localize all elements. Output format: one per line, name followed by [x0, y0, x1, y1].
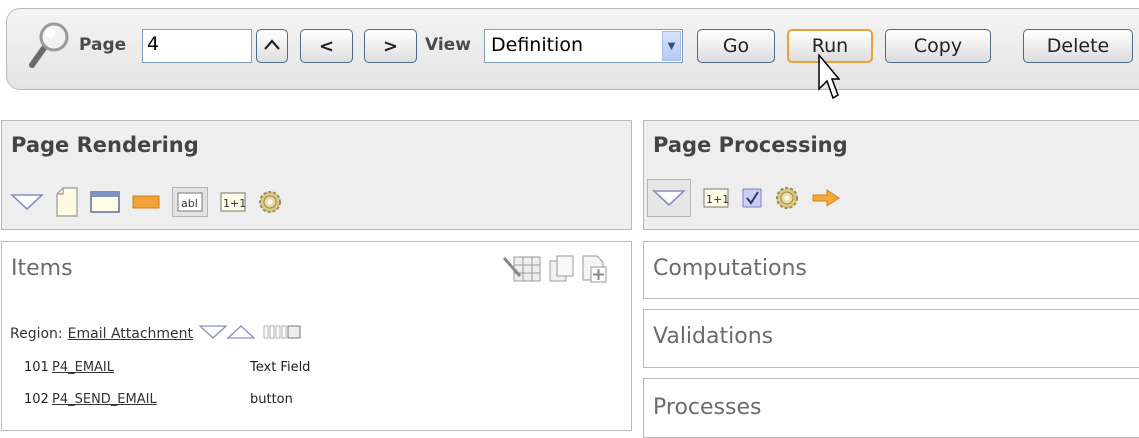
item-type: Text Field	[250, 360, 311, 375]
collapse-triangle-icon[interactable]	[10, 192, 44, 212]
mouse-cursor-icon	[818, 52, 841, 106]
region-label: Region:	[10, 326, 63, 342]
add-item-icon[interactable]	[580, 254, 608, 288]
branch-arrow-icon[interactable]	[811, 188, 841, 208]
item-type: button	[250, 392, 293, 407]
copy-items-icon[interactable]	[548, 254, 576, 288]
region-icon[interactable]	[90, 190, 120, 214]
table-row: 101 P4_EMAIL Text Field	[24, 360, 310, 375]
page-processing-title: Page Processing	[653, 133, 848, 157]
computation-icon[interactable]: 1+1	[703, 188, 729, 208]
chevron-right-icon: >	[382, 35, 399, 57]
computations-title: Computations	[653, 256, 807, 281]
view-select-value: Definition	[491, 34, 584, 56]
page-processing-panel: Page Processing 1+1	[643, 120, 1139, 230]
move-up-icon[interactable]	[226, 325, 256, 343]
item-name-link[interactable]: P4_EMAIL	[52, 360, 250, 375]
item-sequence: 101	[24, 360, 49, 375]
region-row: Region: Email Attachment	[10, 324, 303, 344]
svg-text:1+1: 1+1	[223, 197, 246, 210]
page-icon[interactable]	[56, 187, 78, 217]
button-item-icon[interactable]	[132, 194, 160, 210]
page-rendering-title: Page Rendering	[11, 133, 199, 157]
copy-button[interactable]: Copy	[885, 29, 991, 63]
gear-icon[interactable]	[775, 186, 799, 210]
search-icon	[27, 20, 73, 70]
next-page-button[interactable]: >	[364, 29, 417, 63]
validations-title: Validations	[653, 324, 774, 349]
view-select[interactable]: Definition ▼	[484, 29, 683, 63]
items-panel: Items Region: Email Attachment 101 P4_EM…	[1, 241, 632, 431]
page-number-input[interactable]: 4	[142, 29, 252, 63]
svg-text:abl: abl	[181, 197, 198, 210]
validation-icon[interactable]	[741, 187, 763, 209]
region-link[interactable]: Email Attachment	[68, 326, 193, 342]
validations-section: Validations	[643, 309, 1139, 368]
delete-button[interactable]: Delete	[1023, 29, 1133, 63]
gear-icon[interactable]	[258, 190, 282, 214]
item-name-link[interactable]: P4_SEND_EMAIL	[52, 392, 250, 407]
page-label: Page	[79, 35, 127, 55]
go-button[interactable]: Go	[697, 29, 775, 63]
chevron-down-icon[interactable]: ▼	[662, 31, 681, 61]
svg-text:1+1: 1+1	[706, 193, 729, 206]
computation-icon[interactable]: 1+1	[220, 192, 246, 212]
collapse-triangle-icon[interactable]	[647, 179, 691, 217]
processes-title: Processes	[653, 395, 762, 420]
view-label: View	[425, 35, 471, 55]
table-row: 102 P4_SEND_EMAIL button	[24, 392, 293, 407]
reorder-items-icon[interactable]	[263, 324, 303, 344]
item-sequence: 102	[24, 392, 49, 407]
caret-up-icon	[263, 36, 281, 57]
page-rendering-panel: Page Rendering abl 1+1	[1, 120, 632, 230]
processes-section: Processes	[643, 378, 1139, 438]
computations-section: Computations	[643, 241, 1139, 299]
text-item-icon[interactable]: abl	[172, 187, 208, 217]
items-title: Items	[11, 256, 73, 281]
rendering-icon-bar: abl 1+1	[10, 187, 282, 217]
page-finder-button[interactable]	[256, 29, 288, 63]
grid-edit-icon[interactable]	[502, 254, 544, 288]
chevron-left-icon: <	[318, 35, 335, 57]
move-down-icon[interactable]	[198, 325, 228, 343]
previous-page-button[interactable]: <	[300, 29, 353, 63]
processing-icon-bar: 1+1	[647, 179, 841, 217]
items-toolbar	[502, 254, 608, 288]
